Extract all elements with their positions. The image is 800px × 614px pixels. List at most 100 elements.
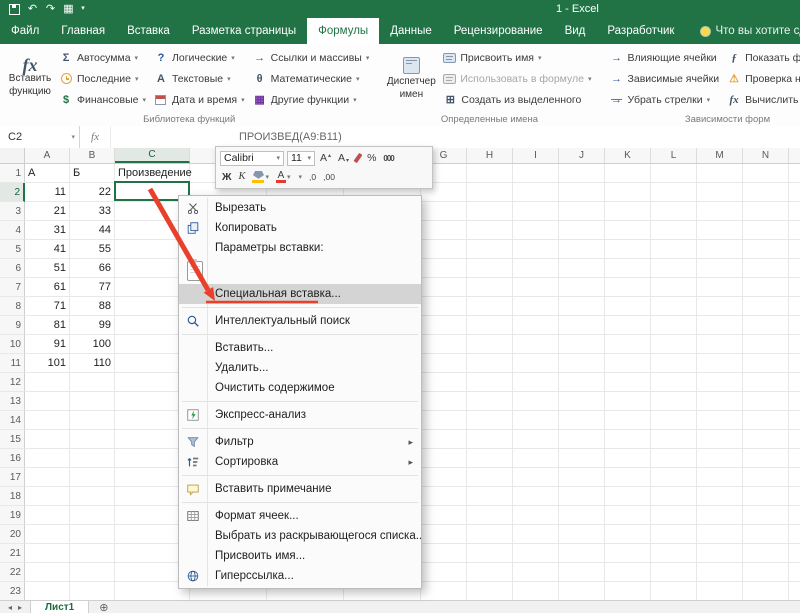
cell-N11[interactable] <box>743 354 789 373</box>
cell-K20[interactable] <box>605 525 651 544</box>
cell-G9[interactable] <box>421 316 467 335</box>
cell-I3[interactable] <box>513 202 559 221</box>
row-header-18[interactable]: 18 <box>0 487 25 506</box>
cell-H14[interactable] <box>467 411 513 430</box>
cell-L18[interactable] <box>651 487 697 506</box>
cell-H17[interactable] <box>467 468 513 487</box>
cell-J12[interactable] <box>559 373 605 392</box>
cell-H4[interactable] <box>467 221 513 240</box>
column-header-N[interactable]: N <box>743 148 789 163</box>
trace-dependents-button[interactable]: → Зависимые ячейки <box>606 68 724 89</box>
cell-J1[interactable] <box>559 164 605 183</box>
more-functions-button[interactable]: ▦ Другие функции ▾ <box>249 89 374 110</box>
cell-N10[interactable] <box>743 335 789 354</box>
cell-I15[interactable] <box>513 430 559 449</box>
cell-K18[interactable] <box>605 487 651 506</box>
cell-B11[interactable]: 110 <box>70 354 115 373</box>
cell-I17[interactable] <box>513 468 559 487</box>
cell-N23[interactable] <box>743 582 789 600</box>
cell-B21[interactable] <box>70 544 115 563</box>
cell-H7[interactable] <box>467 278 513 297</box>
menu-item-define-name[interactable]: Присвоить имя... <box>179 546 421 566</box>
cell-L10[interactable] <box>651 335 697 354</box>
cell-M17[interactable] <box>697 468 743 487</box>
cell-J21[interactable] <box>559 544 605 563</box>
cell-N7[interactable] <box>743 278 789 297</box>
cell-L16[interactable] <box>651 449 697 468</box>
menu-item-insert-comment[interactable]: Вставить примечание <box>179 479 421 499</box>
show-formulas-button[interactable]: ƒ Показать формулы <box>723 47 800 68</box>
cell-H22[interactable] <box>467 563 513 582</box>
cell-B18[interactable] <box>70 487 115 506</box>
cell-G14[interactable] <box>421 411 467 430</box>
cell-G7[interactable] <box>421 278 467 297</box>
cell-A14[interactable] <box>25 411 70 430</box>
borders-button[interactable]: ▾ <box>296 173 305 181</box>
cell-G6[interactable] <box>421 259 467 278</box>
cell-M12[interactable] <box>697 373 743 392</box>
define-name-button[interactable]: Присвоить имя ▾ <box>439 47 595 68</box>
cell-I6[interactable] <box>513 259 559 278</box>
percent-style-button[interactable]: % <box>365 152 378 164</box>
cell-J18[interactable] <box>559 487 605 506</box>
row-header-15[interactable]: 15 <box>0 430 25 449</box>
cell-J11[interactable] <box>559 354 605 373</box>
cell-H19[interactable] <box>467 506 513 525</box>
row-header-19[interactable]: 19 <box>0 506 25 525</box>
cell-N4[interactable] <box>743 221 789 240</box>
row-header-8[interactable]: 8 <box>0 297 25 316</box>
column-header-K[interactable]: K <box>605 148 651 163</box>
cell-N2[interactable] <box>743 183 789 202</box>
cell-I22[interactable] <box>513 563 559 582</box>
cell-G19[interactable] <box>421 506 467 525</box>
cell-B1[interactable]: Б <box>70 164 115 183</box>
undo-button[interactable]: ↶ <box>24 0 41 18</box>
cell-J7[interactable] <box>559 278 605 297</box>
cell-H6[interactable] <box>467 259 513 278</box>
remove-arrows-button[interactable]: → Убрать стрелки ▾ <box>606 89 724 110</box>
cell-M15[interactable] <box>697 430 743 449</box>
cell-I14[interactable] <box>513 411 559 430</box>
cell-A2[interactable]: 11 <box>25 183 70 202</box>
cell-J16[interactable] <box>559 449 605 468</box>
menu-item-hyperlink[interactable]: Гиперссылка... <box>179 566 421 586</box>
cell-I23[interactable] <box>513 582 559 600</box>
cell-H5[interactable] <box>467 240 513 259</box>
cell-G16[interactable] <box>421 449 467 468</box>
cell-G20[interactable] <box>421 525 467 544</box>
cell-J20[interactable] <box>559 525 605 544</box>
cell-K4[interactable] <box>605 221 651 240</box>
cell-G11[interactable] <box>421 354 467 373</box>
cell-L6[interactable] <box>651 259 697 278</box>
cell-K7[interactable] <box>605 278 651 297</box>
cell-A3[interactable]: 21 <box>25 202 70 221</box>
cell-J15[interactable] <box>559 430 605 449</box>
cell-O23[interactable] <box>789 582 800 600</box>
cell-H9[interactable] <box>467 316 513 335</box>
fill-color-button[interactable]: ▾ <box>250 171 271 183</box>
row-header-16[interactable]: 16 <box>0 449 25 468</box>
cell-M18[interactable] <box>697 487 743 506</box>
cell-B9[interactable]: 99 <box>70 316 115 335</box>
recent-functions-button[interactable]: Последние ▾ <box>55 68 150 89</box>
cell-L9[interactable] <box>651 316 697 335</box>
cell-H18[interactable] <box>467 487 513 506</box>
menu-item-copy[interactable]: Копировать <box>179 218 421 238</box>
cell-M6[interactable] <box>697 259 743 278</box>
cell-I21[interactable] <box>513 544 559 563</box>
cell-I12[interactable] <box>513 373 559 392</box>
row-header-21[interactable]: 21 <box>0 544 25 563</box>
cell-M9[interactable] <box>697 316 743 335</box>
row-header-12[interactable]: 12 <box>0 373 25 392</box>
cell-O14[interactable] <box>789 411 800 430</box>
cell-K23[interactable] <box>605 582 651 600</box>
cell-O19[interactable] <box>789 506 800 525</box>
cell-B7[interactable]: 77 <box>70 278 115 297</box>
row-header-23[interactable]: 23 <box>0 582 25 600</box>
cell-B14[interactable] <box>70 411 115 430</box>
cell-L13[interactable] <box>651 392 697 411</box>
insert-function-small-button[interactable]: fx <box>80 126 111 148</box>
column-header-H[interactable]: H <box>467 148 513 163</box>
menu-item-sort[interactable]: Сортировка ▸ <box>179 452 421 472</box>
cell-G23[interactable] <box>421 582 467 600</box>
